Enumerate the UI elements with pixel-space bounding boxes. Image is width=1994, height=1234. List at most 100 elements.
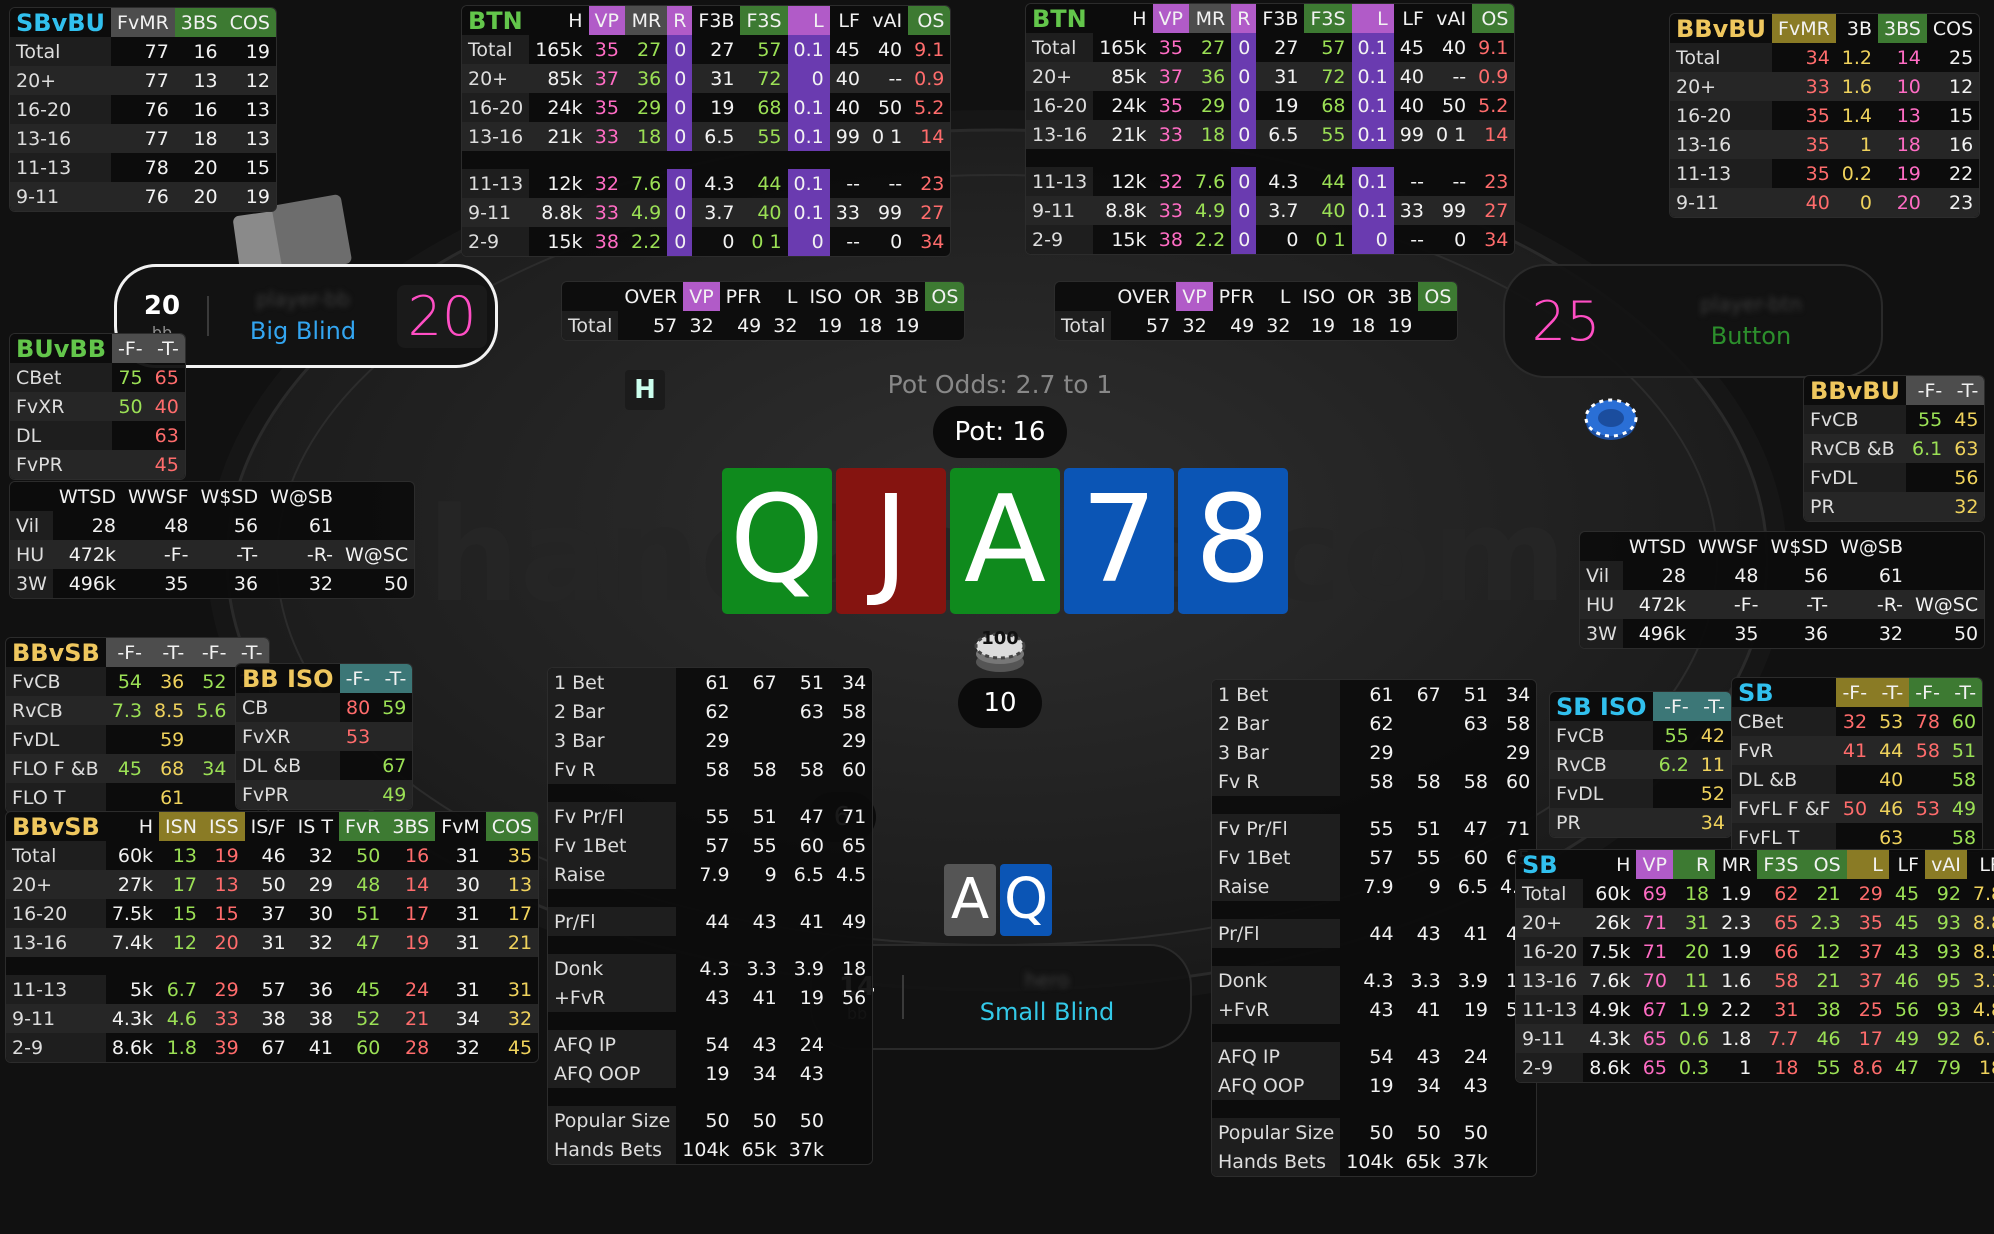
hud-post2[interactable]: 1 Bet 61 67 51 34 2 Bar 62 63 58 3 Bar 29 29 Fv R 58 5… <box>1212 680 1537 1176</box>
hud-value: 50 <box>1953 622 1979 645</box>
hud-row: FvFL F &F 50 46 53 49 <box>1732 794 1983 823</box>
hand2note-logo-icon[interactable]: H <box>625 370 665 410</box>
hud-value: 56 <box>1803 564 1829 587</box>
hud-value: 15k <box>547 230 583 253</box>
hud-value: 29 <box>291 870 339 899</box>
hud-bbvbu[interactable]: BBvBU FvMR 3B 3BS COS Total 34 1.2 14 25 20+ 33 1.6 1… <box>1670 14 1980 217</box>
hud-value: 1 <box>1739 1056 1752 1079</box>
hud-value: 49 <box>376 780 413 809</box>
hud-value: 1.8 <box>1715 1024 1758 1053</box>
hud-col-header: FvM <box>441 815 480 838</box>
hud-value: 23 <box>920 172 945 195</box>
hud-value <box>106 725 148 754</box>
hud-value: 50 <box>356 844 381 867</box>
hud-value: 77 <box>111 124 175 153</box>
hud-row: Donk4.33.33.918 <box>1212 966 1536 995</box>
hud-over1[interactable]: OVER VP PFR L ISO OR 3B OS Total 57 32 49 32 19 18 19 <box>562 282 965 340</box>
hud-spacer-cell <box>1212 1024 1340 1042</box>
hud-col-header: ISO <box>1302 285 1336 308</box>
hud-row: FvPR 45 <box>10 450 185 479</box>
hud-col-header: VP <box>1636 850 1673 879</box>
hud-value: 37 <box>588 64 625 93</box>
hud-value: 5.2 <box>914 96 945 119</box>
hud-value <box>1836 765 1873 794</box>
hud-value: 43 <box>1416 922 1441 945</box>
hud-value: 58 <box>752 758 777 781</box>
hud-value: 37 <box>261 902 286 925</box>
hud-sbiso[interactable]: SB ISO -F- -T- FvCB 55 42 RvCB 6.2 11 FvDL 52 PR 34 <box>1550 692 1731 837</box>
hud-value: -R- <box>1834 590 1909 619</box>
hud-value: 4.9 <box>1188 196 1232 225</box>
hud-row: RvCB &B 6.1 63 <box>1804 434 1985 463</box>
hud-value <box>1494 1118 1536 1147</box>
bb-position-label: Big Blind <box>249 317 357 345</box>
hud-value: 32 <box>1878 622 1903 645</box>
hud-value: 65 <box>154 366 179 389</box>
hud-value: 0 <box>667 64 693 93</box>
hud-row-label: Popular Size <box>548 1106 677 1135</box>
hud-spacer <box>1212 901 1536 919</box>
hud-value: 66 <box>1774 940 1799 963</box>
hud-value: 40 <box>1879 768 1904 791</box>
hud-value: -- <box>1452 170 1467 193</box>
hud-sb2[interactable]: SB HVPRMRF3SOSL LFvAI LR Total 60k 69 18 1.9 62 21… <box>1516 850 1994 1082</box>
hud-btn1[interactable]: BTN H VP MR R F3B F3S L LF vAI OS Total 165k 35 27 0 27 5… <box>462 6 951 256</box>
hud-bbvbu2[interactable]: BBvBU -F- -T- FvCB 55 45 RvCB &B 6.1 63 FvDL 56 PR 3… <box>1804 376 1985 521</box>
hud-bbvsb2[interactable]: BBvSB H ISN ISS IS/F IS T FvR 3BS FvM COS Total 60k… <box>6 812 539 1062</box>
hud-value: 35 <box>1158 94 1183 117</box>
hud-row: 13-167.6k70111.658213746953.1 <box>1516 966 1994 995</box>
hud-value: 29 <box>637 96 662 119</box>
seat-button[interactable]: 25 player-btn Button <box>1503 264 1883 378</box>
hud-row: Fv Pr/Fl 55 51 47 71 <box>1212 814 1536 843</box>
hud-value <box>1400 738 1447 767</box>
board-card-5: 8 <box>1178 468 1288 614</box>
hud-bbvsb[interactable]: BBvSB-F--T--F--T-FvCB54365239RvCB7.38.55… <box>6 638 269 812</box>
hud-value: 49 <box>1945 794 1983 823</box>
hud-value: 55 <box>705 805 730 828</box>
hud-value: 31 <box>244 928 292 957</box>
hud-sb[interactable]: SB -F- -T- -F- -T- CBet 32 53 78 60 FvR 41 44 58 51 DL … <box>1732 678 1983 852</box>
hud-col-header: MR <box>1721 853 1752 876</box>
hud-row: 13-16 77 18 13 <box>10 124 276 153</box>
board-card-3: A <box>950 468 1060 614</box>
bb-stack-value: 20 <box>143 290 181 321</box>
hud-row: Total 77 16 19 <box>10 37 276 66</box>
hud-value: 15 <box>214 902 239 925</box>
hud-value: 54 <box>1369 1045 1394 1068</box>
hud-value: 37 <box>1152 62 1189 91</box>
hud-value: 8.5 <box>1972 940 1994 963</box>
hud-value: 18 <box>1978 1056 1994 1079</box>
hud-value: 57 <box>1321 36 1346 59</box>
hud-spacer <box>1212 948 1536 966</box>
hud-col-header: -F- <box>112 334 149 363</box>
hud-value: 35 <box>594 38 619 61</box>
hud-row: RvCB7.38.55.611 <box>6 696 269 725</box>
hud-value: 0 1 <box>751 230 782 253</box>
hud-value: 43 <box>752 1033 777 1056</box>
hud-value: 77 <box>111 66 175 95</box>
hud-value: 7.6 <box>1194 170 1226 193</box>
hud-buvbb[interactable]: BUvBB -F- -T- CBet 75 65 FvXR 50 40 DL 63 FvPR 45 <box>10 334 185 479</box>
hud-wtsd1[interactable]: WTSD WWSF W$SD W@SB Vil 28 48 56 61 HU 472k -F- -T- -… <box>10 482 415 598</box>
hud-col-header: FvMR <box>1772 14 1836 43</box>
hud-row-label: Fv Pr/Fl <box>548 802 677 831</box>
hud-value: 60 <box>799 834 824 857</box>
hud-value: 45 <box>507 1036 533 1059</box>
hud-value: 104k <box>1346 1150 1394 1173</box>
hud-col-header: ISS <box>202 812 245 841</box>
hud-bbiso[interactable]: BB ISO -F- -T- CB 80 59 FvXR 53 DL &B 67 FvPR 49 <box>236 664 413 809</box>
hud-value: 35 <box>1805 162 1830 185</box>
hud-row-label: Total <box>1026 33 1094 62</box>
hud-wtsd2[interactable]: WTSD WWSF W$SD W@SB Vil 28 48 56 61 HU 472k -F- -T- -… <box>1580 532 1985 648</box>
hud-value: 57 <box>1369 846 1394 869</box>
hud-spacer <box>1212 796 1536 814</box>
hud-btn2[interactable]: BTN H VP MR R F3B F3S L LF vAI OS Total 165k 35 27 0 27 5… <box>1026 4 1515 254</box>
hud-col-header: MR <box>1188 4 1232 33</box>
hud-sbvbu[interactable]: SBvBU FvMR 3BS COS Total 77 16 19 20+ 77 13 12 16-20… <box>10 8 276 211</box>
hud-over2[interactable]: OVER VP PFR L ISO OR 3B OS Total 57 32 49 32 19 18 19 <box>1055 282 1458 340</box>
hud-row-label: FvDL <box>1550 779 1653 808</box>
hud-post1[interactable]: 1 Bet 61 67 51 34 2 Bar 62 63 58 3 Bar 29 29 Fv R 58 5… <box>548 668 873 1164</box>
hud-value: 0.1 <box>787 93 830 122</box>
hud-row-label: Fv 1Bet <box>1212 843 1341 872</box>
hud-row: 16-20 35 1.4 13 15 <box>1670 101 1979 130</box>
